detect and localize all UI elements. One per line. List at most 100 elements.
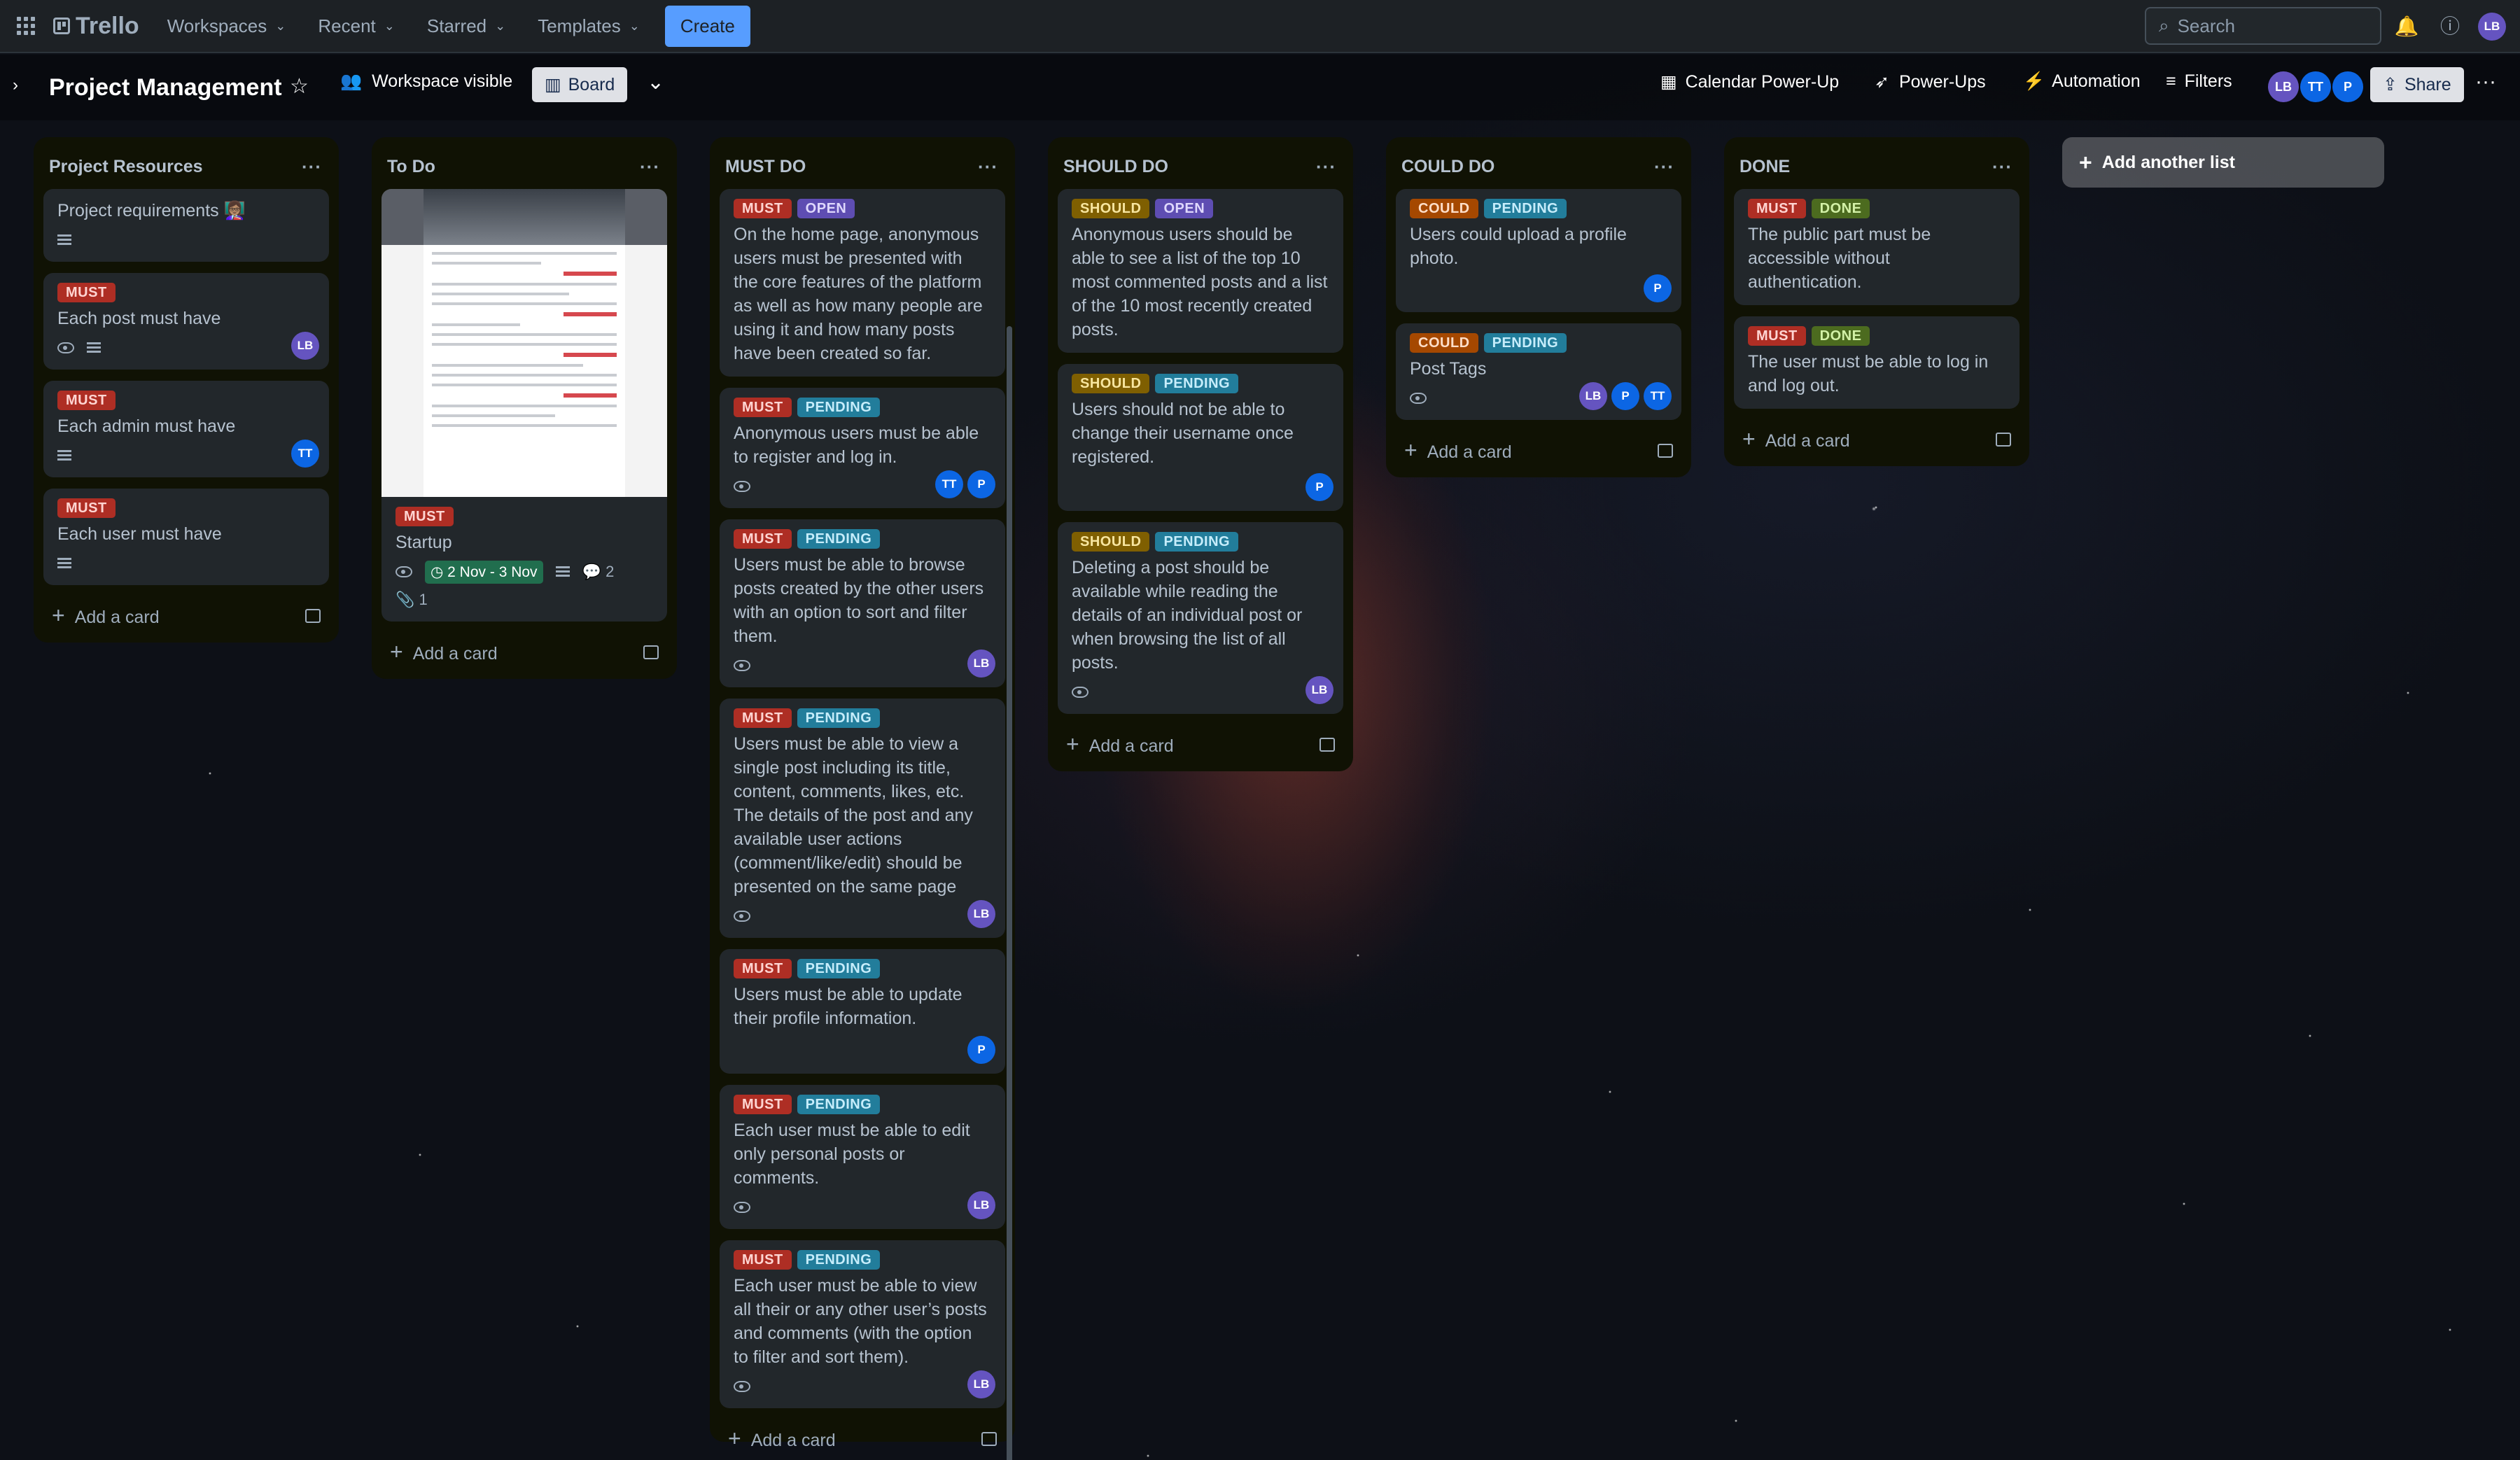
template-icon[interactable] <box>643 645 659 659</box>
add-card-button[interactable]: + Add a card <box>382 633 667 672</box>
list-menu-icon[interactable]: ··· <box>1316 156 1336 178</box>
workspaces-menu[interactable]: Workspaces ⌄ <box>167 15 286 37</box>
card[interactable]: COULD PENDING Users could upload a profil… <box>1396 189 1681 312</box>
label-open: OPEN <box>797 199 855 218</box>
avatar[interactable]: LB <box>1306 676 1334 704</box>
templates-menu[interactable]: Templates ⌄ <box>538 15 640 37</box>
avatar[interactable]: LB <box>967 1191 995 1219</box>
avatar[interactable]: TT <box>935 470 963 498</box>
card[interactable]: MUST PENDING Users must be able to view a… <box>720 699 1005 938</box>
avatar[interactable]: TT <box>1644 382 1672 410</box>
list-menu-icon[interactable]: ··· <box>1654 156 1674 178</box>
automation-button[interactable]: ⚡ Automation <box>2023 71 2141 92</box>
starred-menu[interactable]: Starred ⌄ <box>427 15 505 37</box>
list-should-do: SHOULD DO ··· SHOULD OPEN Anonymous users … <box>1048 137 1353 771</box>
help-icon[interactable]: ⓘ <box>2436 13 2464 41</box>
card[interactable]: MUST Each post must have LB <box>43 273 329 370</box>
template-icon[interactable] <box>1320 738 1335 752</box>
label-pending: PENDING <box>797 398 881 417</box>
card[interactable]: MUST PENDING Anonymous users must be able… <box>720 388 1005 508</box>
list-title[interactable]: Project Resources <box>49 157 203 177</box>
avatar[interactable]: P <box>2332 71 2363 102</box>
template-icon[interactable] <box>305 609 321 623</box>
avatar[interactable]: LB <box>967 900 995 928</box>
list-menu-icon[interactable]: ··· <box>978 156 998 178</box>
avatar[interactable]: TT <box>2300 71 2331 102</box>
card[interactable]: SHOULD PENDING Deleting a post should be … <box>1058 522 1343 714</box>
avatar[interactable]: LB <box>2268 71 2299 102</box>
search-input[interactable]: ⌕ Search <box>2145 7 2381 45</box>
app-switcher-icon[interactable] <box>17 17 35 35</box>
label-pending: PENDING <box>797 708 881 728</box>
list-menu-icon[interactable]: ··· <box>1992 156 2012 178</box>
list-scrollbar[interactable] <box>1007 326 1012 1460</box>
avatar[interactable]: LB <box>967 650 995 678</box>
avatar[interactable]: P <box>967 1036 995 1064</box>
card[interactable]: MUST DONE The public part must be accessi… <box>1734 189 2019 305</box>
people-icon: 👥 <box>340 71 363 91</box>
watch-icon <box>396 566 412 577</box>
card[interactable]: SHOULD OPEN Anonymous users should be abl… <box>1058 189 1343 353</box>
notifications-icon[interactable]: 🔔 <box>2393 13 2421 41</box>
filters-button[interactable]: ≡ Filters <box>2166 71 2232 92</box>
avatar[interactable]: P <box>1644 274 1672 302</box>
list-title[interactable]: To Do <box>387 157 435 177</box>
template-icon[interactable] <box>981 1432 997 1446</box>
add-card-button[interactable]: + Add a card <box>1734 420 2019 459</box>
list-title[interactable]: DONE <box>1740 157 1790 177</box>
list-title[interactable]: COULD DO <box>1401 157 1494 177</box>
calendar-powerup-button[interactable]: ▦ Calendar Power-Up <box>1660 71 1839 92</box>
card[interactable]: MUST Each user must have <box>43 489 329 585</box>
views-chevron-icon[interactable]: ⌄ <box>647 70 664 94</box>
label-must: MUST <box>1748 199 1806 218</box>
create-button[interactable]: Create <box>664 5 750 47</box>
avatar[interactable]: P <box>967 470 995 498</box>
avatar[interactable]: LB <box>967 1370 995 1398</box>
add-card-button[interactable]: + Add a card <box>1396 431 1681 470</box>
avatar[interactable]: LB <box>291 332 319 360</box>
list-menu-icon[interactable]: ··· <box>640 156 660 178</box>
card[interactable]: MUST Each admin must have TT <box>43 381 329 477</box>
add-card-button[interactable]: + Add a card <box>720 1419 1005 1459</box>
card-title: Users should not be able to change their… <box>1072 400 1294 467</box>
avatar[interactable]: P <box>1306 473 1334 501</box>
list-title[interactable]: MUST DO <box>725 157 806 177</box>
description-icon <box>57 234 71 246</box>
template-icon[interactable] <box>1658 444 1673 458</box>
recent-menu[interactable]: Recent ⌄ <box>318 15 394 37</box>
avatar[interactable]: TT <box>291 440 319 468</box>
label-done: DONE <box>1811 199 1870 218</box>
avatar[interactable]: P <box>1611 382 1639 410</box>
add-card-button[interactable]: + Add a card <box>1058 725 1343 764</box>
add-card-button[interactable]: + Add a card <box>43 596 329 636</box>
card[interactable]: COULD PENDING Post Tags LB P TT <box>1396 323 1681 420</box>
card[interactable]: MUST Startup ◷ 2 Nov - 3 Nov 💬 2 📎 1 <box>382 189 667 622</box>
share-button[interactable]: ⇪ Share <box>2370 67 2464 102</box>
star-icon[interactable]: ☆ <box>290 74 309 99</box>
visibility-button[interactable]: 👥 Workspace visible <box>340 71 512 92</box>
template-icon[interactable] <box>1996 433 2011 447</box>
sidebar-toggle-icon[interactable]: › <box>13 76 18 95</box>
card[interactable]: MUST PENDING Each user must be able to vi… <box>720 1240 1005 1408</box>
card[interactable]: MUST PENDING Users must be able to update… <box>720 949 1005 1074</box>
more-icon[interactable]: ··· <box>2475 70 2496 94</box>
card[interactable]: MUST OPEN On the home page, anonymous use… <box>720 189 1005 377</box>
card[interactable]: MUST PENDING Each user must be able to ed… <box>720 1085 1005 1229</box>
powerups-button[interactable]: ➶ Power-Ups <box>1875 71 1986 92</box>
user-avatar[interactable]: LB <box>2478 13 2506 41</box>
card-title: Post Tags <box>1410 359 1487 379</box>
add-list-button[interactable]: + Add another list <box>2062 137 2384 188</box>
list-menu-icon[interactable]: ··· <box>302 156 322 178</box>
card[interactable]: Project requirements 👩🏽‍🏫 <box>43 189 329 262</box>
list-could-do: COULD DO ··· COULD PENDING Users could upl… <box>1386 137 1691 477</box>
card[interactable]: SHOULD PENDING Users should not be able t… <box>1058 364 1343 511</box>
board-title[interactable]: Project Management <box>49 74 282 101</box>
trello-logo[interactable]: Trello <box>53 13 139 40</box>
avatar[interactable]: LB <box>1579 382 1607 410</box>
board-members[interactable]: LB TT P <box>2268 71 2363 102</box>
board-view-button[interactable]: ▥ Board <box>532 67 628 102</box>
list-title[interactable]: SHOULD DO <box>1063 157 1168 177</box>
card[interactable]: MUST DONE The user must be able to log in… <box>1734 316 2019 409</box>
due-date-badge[interactable]: ◷ 2 Nov - 3 Nov <box>425 560 543 584</box>
card[interactable]: MUST PENDING Users must be able to browse… <box>720 519 1005 687</box>
